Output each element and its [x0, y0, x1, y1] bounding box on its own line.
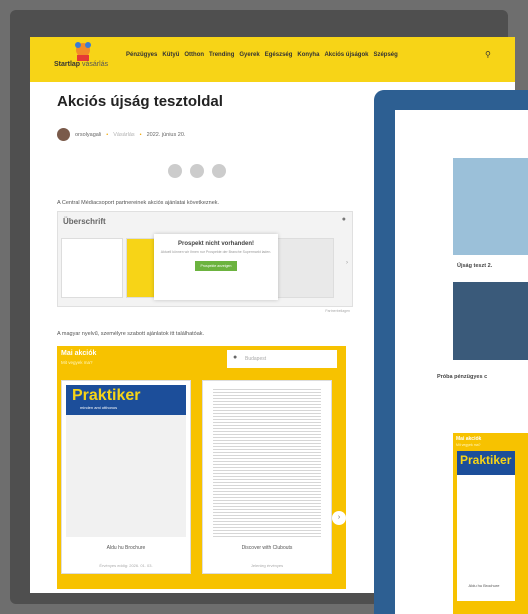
- widget-heading: Mai akciók: [61, 350, 97, 357]
- brochure-title: Aldu hu Brochure: [106, 545, 146, 551]
- location-placeholder: Budapest: [245, 356, 267, 362]
- main-nav: Pénzügyes Kütyü Otthon Trending Gyerek E…: [126, 52, 398, 58]
- brochure-card[interactable]: Discover with Clubouts Jelenleg érvényes: [202, 380, 332, 574]
- nav-item[interactable]: Otthon: [184, 52, 204, 58]
- article-meta: orsolyagali • Vásárlás • 2022. június 20…: [57, 128, 185, 141]
- meta-separator: •: [139, 131, 142, 138]
- widget-subheading: Mit vegyek ma?: [61, 360, 93, 365]
- chevron-right-icon[interactable]: ›: [346, 260, 348, 266]
- email-share-icon[interactable]: [212, 164, 226, 178]
- location-pin-icon: ●: [233, 354, 238, 361]
- brochure-validity: Jelenleg érvényes: [250, 563, 284, 568]
- prospekt-card[interactable]: [61, 238, 123, 298]
- nav-item[interactable]: Gyerek: [239, 52, 259, 58]
- brochure-banner: Praktiker: [457, 451, 515, 475]
- nav-item[interactable]: Konyha: [297, 52, 319, 58]
- nav-item[interactable]: Szépség: [373, 52, 397, 58]
- meta-separator: •: [106, 131, 109, 138]
- nav-item[interactable]: Kütyü: [162, 52, 179, 58]
- logo-text: Startlap vásárlás: [54, 61, 109, 68]
- chevron-right-icon[interactable]: ›: [332, 511, 346, 525]
- messenger-share-icon[interactable]: [190, 164, 204, 178]
- brochure-banner: Praktiker minden ami otthonos: [66, 385, 186, 415]
- location-pin-icon[interactable]: ●: [342, 216, 346, 223]
- article-card-label[interactable]: Próba pénzügyes c: [437, 374, 487, 380]
- mai-akciok-widget: Mai akciók Mit vegyek ma? ● Budapest Pra…: [57, 346, 346, 589]
- brochure-validity: Érvényes eddig: 2026. 01. 03.: [99, 563, 153, 568]
- nav-item[interactable]: Egészség: [265, 52, 293, 58]
- nav-item[interactable]: Trending: [209, 52, 234, 58]
- prospekt-card[interactable]: [276, 238, 334, 298]
- brochure-card[interactable]: Praktiker minden ami otthonos Aldu hu Br…: [61, 380, 191, 574]
- category-link[interactable]: Vásárlás: [113, 132, 134, 138]
- brand-tagline: minden ami otthonos: [80, 405, 118, 410]
- widget-subheading: Mit vegyek ma?: [456, 443, 481, 447]
- search-icon[interactable]: ⚲: [485, 50, 491, 59]
- facebook-share-icon[interactable]: [168, 164, 182, 178]
- brand-name: Praktiker: [460, 453, 512, 467]
- top-navigation-bar: Startlap vásárlás Pénzügyes Kütyü Otthon…: [30, 37, 515, 82]
- uberschrift-widget: Überschrift ● Prospekt nicht vorhanden! …: [57, 211, 353, 313]
- author-avatar[interactable]: [57, 128, 70, 141]
- widget-credit: Partnerbeilagen: [325, 309, 350, 313]
- brand-name: Praktiker: [72, 387, 141, 404]
- brochure-title: Discover with Clubouts: [241, 545, 293, 551]
- brochure-title: Aldu hu Brochure: [468, 583, 500, 588]
- brochure-card[interactable]: Praktiker: [457, 451, 515, 601]
- location-input[interactable]: ● Budapest: [227, 350, 337, 368]
- secondary-page: Újság teszt 2. Próba pénzügyes c Mai akc…: [395, 110, 528, 614]
- brochure-cover: [213, 387, 321, 537]
- author-name[interactable]: orsolyagali: [75, 132, 101, 138]
- article-card-label[interactable]: Újság teszt 2.: [457, 263, 492, 269]
- article-date: 2022. június 20.: [146, 131, 186, 138]
- dialog-title: Prospekt nicht vorhanden!: [177, 241, 254, 247]
- widget-heading: Überschrift: [63, 217, 106, 226]
- no-prospekt-dialog: Prospekt nicht vorhanden! Aktuell können…: [154, 234, 278, 300]
- mini-akciok-widget: Mai akciók Mit vegyek ma? Praktiker Aldu…: [453, 433, 528, 614]
- nav-item[interactable]: Pénzügyes: [126, 52, 157, 58]
- show-prospekte-button[interactable]: Prospekte anzeigen: [194, 261, 238, 271]
- intro-text: A Central Médiacsoport partnereinek akci…: [57, 200, 220, 206]
- language-text: A magyar nyelvű, személyre szabott ajánl…: [57, 331, 205, 337]
- brochure-cover: Praktiker minden ami otthonos: [66, 385, 186, 537]
- widget-heading: Mai akciók: [456, 436, 482, 442]
- article-card-image[interactable]: [453, 282, 528, 360]
- article-title: Akciós újság tesztoldal: [57, 93, 223, 110]
- nav-item[interactable]: Akciós újságok: [324, 52, 368, 58]
- article-card-image[interactable]: [453, 158, 528, 255]
- startlap-logo-icon[interactable]: [50, 40, 120, 76]
- dialog-text: Aktuell können wir Ihnen nur Prospekte d…: [160, 250, 272, 254]
- share-buttons: [168, 164, 226, 178]
